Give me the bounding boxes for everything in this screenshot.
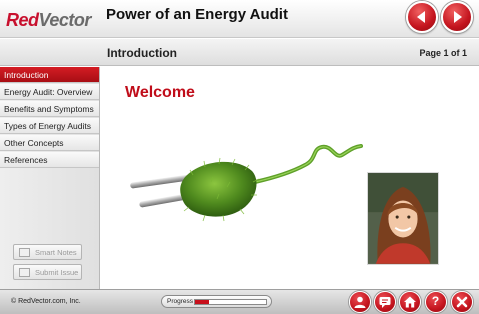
sidebar-item-introduction[interactable]: Introduction [0,67,99,83]
chevron-left-icon [417,11,425,23]
person-icon [354,296,366,308]
section-header: Introduction Page 1 of 1 [0,39,479,66]
progress-indicator: Progress [161,295,272,308]
home-icon [404,296,416,308]
smart-notes-button[interactable]: Smart Notes [13,244,82,260]
chevron-right-icon [454,11,462,23]
home-button[interactable] [399,291,421,313]
submit-issue-label: Submit Issue [35,268,79,277]
sidebar-item-energy-audit-overview[interactable]: Energy Audit: Overview [0,84,99,100]
sidebar-item-references[interactable]: References [0,152,99,168]
presenter-photo [367,172,439,265]
notes-icon [19,248,30,257]
next-button[interactable] [441,1,473,33]
sidebar-item-other-concepts[interactable]: Other Concepts [0,135,99,151]
submit-issue-button[interactable]: Submit Issue [13,264,82,280]
section-title: Introduction [107,46,177,60]
grass-plug-illustration [130,144,363,222]
sidebar-item-benefits-and-symptoms[interactable]: Benefits and Symptoms [0,101,99,117]
progress-label: Progress [167,298,194,305]
content-area: Welcome [101,67,479,289]
footer-bar: © RedVector.com, Inc. Progress ? [0,289,479,314]
copyright-text: © RedVector.com, Inc. [11,298,81,305]
header-bar: RedVector Power of an Energy Audit [0,0,479,38]
chat-icon [379,297,391,308]
page-indicator: Page 1 of 1 [419,48,467,58]
help-button[interactable]: ? [425,291,447,313]
help-icon: ? [431,294,440,308]
previous-button[interactable] [406,1,438,33]
redvector-logo: RedVector [6,10,91,30]
issue-icon [19,268,30,277]
glossary-button[interactable] [374,291,396,313]
progress-track [194,299,267,305]
smart-notes-label: Smart Notes [35,248,77,257]
welcome-heading: Welcome [125,84,195,101]
sidebar-item-types-of-energy-audits[interactable]: Types of Energy Audits [0,118,99,134]
progress-fill [195,300,210,304]
course-title: Power of an Energy Audit [106,6,288,23]
close-icon [456,296,468,308]
exit-button[interactable] [451,291,473,313]
profile-button[interactable] [349,291,371,313]
